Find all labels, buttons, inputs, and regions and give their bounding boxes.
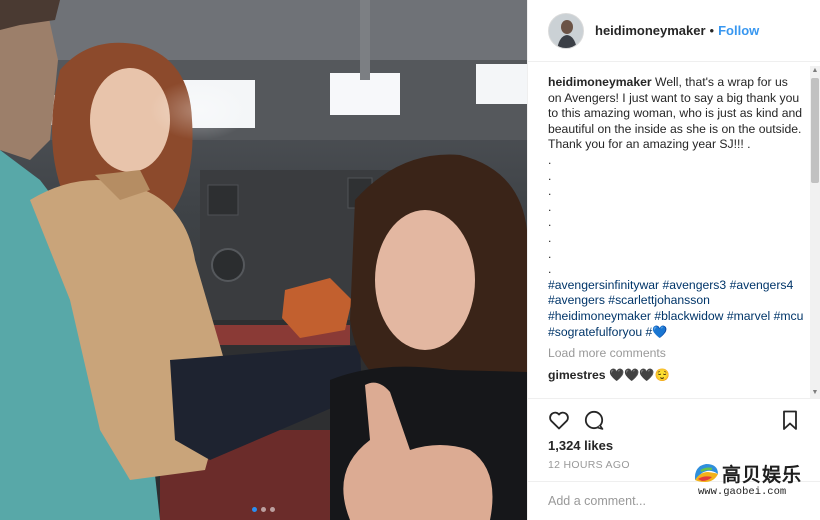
bookmark-icon[interactable] [778, 408, 804, 434]
watermark-url: www.gaobei.com [698, 486, 787, 498]
post-photo[interactable] [0, 0, 527, 520]
header-username[interactable]: heidimoneymaker [595, 23, 706, 38]
caption-hashtags[interactable]: #avengersinfinitywar #avengers3 #avenger… [548, 278, 804, 340]
carousel-dot [270, 507, 275, 512]
watermark-title: 高贝娱乐 [722, 464, 803, 486]
comment-item: gimestres 🖤🖤🖤😌 [548, 368, 804, 384]
comment-username[interactable]: gimestres [548, 368, 606, 382]
caption-dot-line: . [548, 246, 552, 261]
post-header: heidimoneymaker • Follow [528, 0, 820, 62]
site-watermark: 高贝娱乐 www.gaobei.com [690, 458, 810, 504]
carousel-indicator [0, 507, 527, 512]
carousel-dot [261, 507, 266, 512]
avatar-image [549, 13, 583, 48]
scroll-up-arrow-icon[interactable]: ▲ [810, 66, 820, 76]
caption-dot-line: . [548, 152, 552, 167]
avatar[interactable] [548, 12, 584, 49]
follow-button[interactable]: Follow [718, 23, 759, 38]
comments-scrollbar[interactable]: ▲ ▼ [810, 66, 820, 398]
post-timestamp: 12 HOURS AGO [548, 459, 630, 471]
caption-dot-line: . [548, 199, 552, 214]
heart-icon[interactable] [547, 408, 573, 434]
caption-dot-line: . [548, 215, 552, 230]
load-more-comments-button[interactable]: Load more comments [548, 346, 804, 363]
caption-username[interactable]: heidimoneymaker [548, 75, 652, 89]
carousel-dot [252, 507, 257, 512]
scroll-down-arrow-icon[interactable]: ▼ [810, 388, 820, 398]
watermark-logo-icon [694, 464, 718, 482]
caption-dot-line: . [548, 262, 552, 277]
caption-dot-line: . [548, 184, 552, 199]
like-count[interactable]: 1,324 likes [548, 438, 613, 453]
comment-text: 🖤🖤🖤😌 [608, 368, 670, 383]
post-details-panel: heidimoneymaker • Follow heidimoneymaker… [527, 0, 820, 520]
photo-illustration [0, 0, 527, 520]
scrollbar-thumb[interactable] [811, 78, 819, 183]
caption: heidimoneymaker Well, that's a wrap for … [548, 75, 804, 153]
caption-dot-lines: ........ [548, 153, 804, 278]
comment-bubble-icon[interactable] [582, 408, 608, 434]
caption-dot-line: . [548, 168, 552, 183]
comments-list: heidimoneymaker Well, that's a wrap for … [548, 75, 804, 397]
follow-separator: • [709, 23, 715, 38]
caption-dot-line: . [548, 230, 552, 245]
